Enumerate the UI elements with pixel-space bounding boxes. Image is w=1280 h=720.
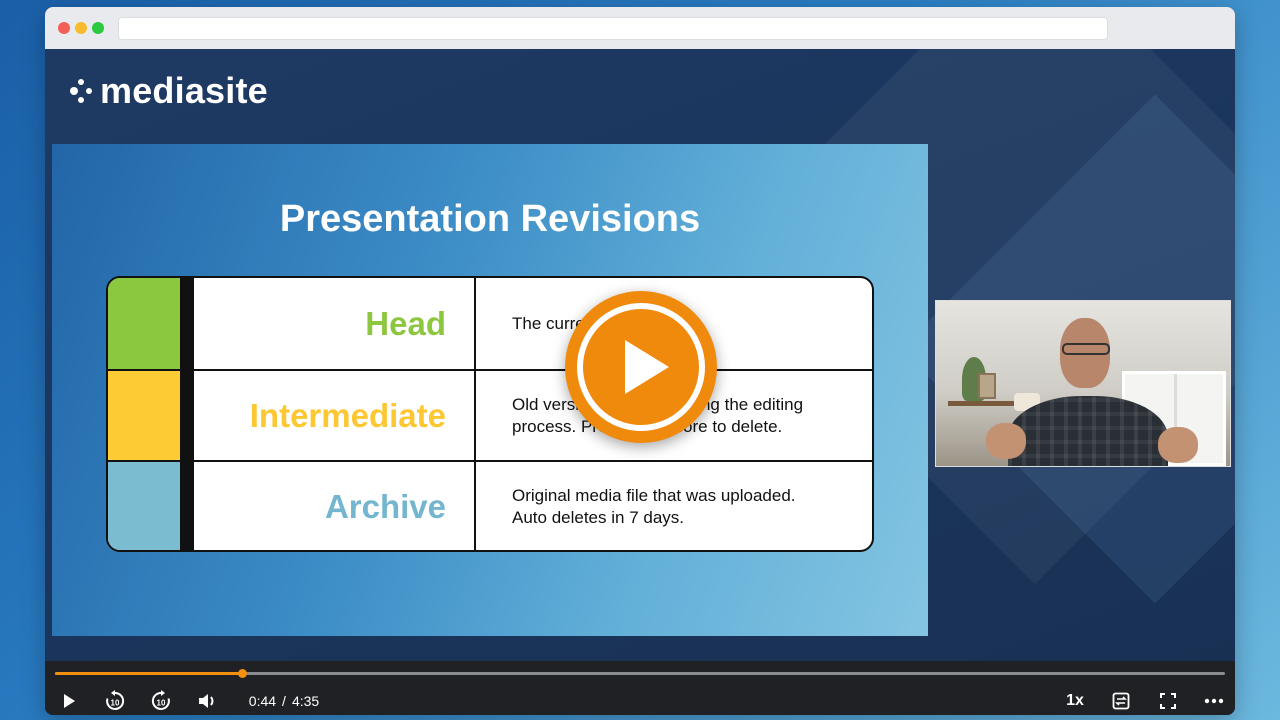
minimize-window-button[interactable] [75, 22, 87, 34]
volume-button[interactable] [196, 689, 220, 713]
revision-name: Intermediate [194, 371, 476, 460]
color-swatch [108, 371, 180, 460]
more-options-button[interactable] [1202, 689, 1226, 713]
browser-titlebar [45, 7, 1235, 49]
revision-row-archive: Archive Original media file that was upl… [108, 460, 872, 550]
video-stage[interactable]: mediasite Presentation Revisions Head Th… [45, 49, 1235, 715]
revision-name: Archive [194, 462, 476, 550]
forward-10-icon: 10 [151, 690, 170, 710]
color-swatch [108, 462, 180, 550]
seek-bar[interactable] [55, 669, 1225, 678]
player-controls: 10 10 0:44 / 4:35 1x [45, 661, 1235, 715]
color-swatch [108, 278, 180, 369]
revisions-table: Head The current version. Intermediate O… [106, 276, 874, 552]
presenter-video[interactable] [935, 300, 1231, 467]
address-bar[interactable] [118, 17, 1108, 40]
logo-dots-icon [70, 78, 96, 104]
play-icon [625, 340, 669, 394]
revision-description: Original media file that was uploaded. A… [512, 485, 796, 527]
fullscreen-icon [1160, 693, 1176, 709]
logo-text: mediasite [100, 70, 268, 111]
fullscreen-button[interactable] [1156, 689, 1180, 713]
forward-10-button[interactable]: 10 [149, 689, 173, 713]
rewind-10-button[interactable]: 10 [103, 689, 127, 713]
svg-text:10: 10 [111, 699, 120, 708]
current-time: 0:44 [248, 693, 277, 709]
mediasite-logo: mediasite [70, 70, 268, 111]
close-window-button[interactable] [58, 22, 70, 34]
duration: 4:35 [291, 693, 320, 709]
swap-layout-button[interactable] [1109, 689, 1133, 713]
seek-bar-progress [55, 672, 243, 675]
time-separator: / [282, 693, 286, 709]
play-button[interactable] [59, 689, 79, 713]
slide-title: Presentation Revisions [279, 198, 701, 240]
svg-text:10: 10 [157, 699, 166, 708]
time-display: 0:44 / 4:35 [244, 689, 324, 713]
play-icon [64, 694, 75, 708]
volume-icon [199, 694, 214, 708]
browser-window: mediasite Presentation Revisions Head Th… [45, 7, 1235, 715]
big-play-button[interactable] [565, 291, 717, 443]
seek-handle[interactable] [238, 669, 248, 678]
playback-speed-button[interactable]: 1x [1061, 689, 1089, 713]
revision-row-intermediate: Intermediate Old versions created during… [108, 369, 872, 460]
presentation-slide: Presentation Revisions Head The current … [52, 144, 928, 636]
revision-name: Head [194, 278, 476, 369]
more-icon [1204, 698, 1224, 704]
maximize-window-button[interactable] [92, 22, 104, 34]
swap-icon [1112, 692, 1130, 710]
rewind-10-icon: 10 [106, 690, 125, 710]
revision-row-head: Head The current version. [108, 278, 872, 369]
